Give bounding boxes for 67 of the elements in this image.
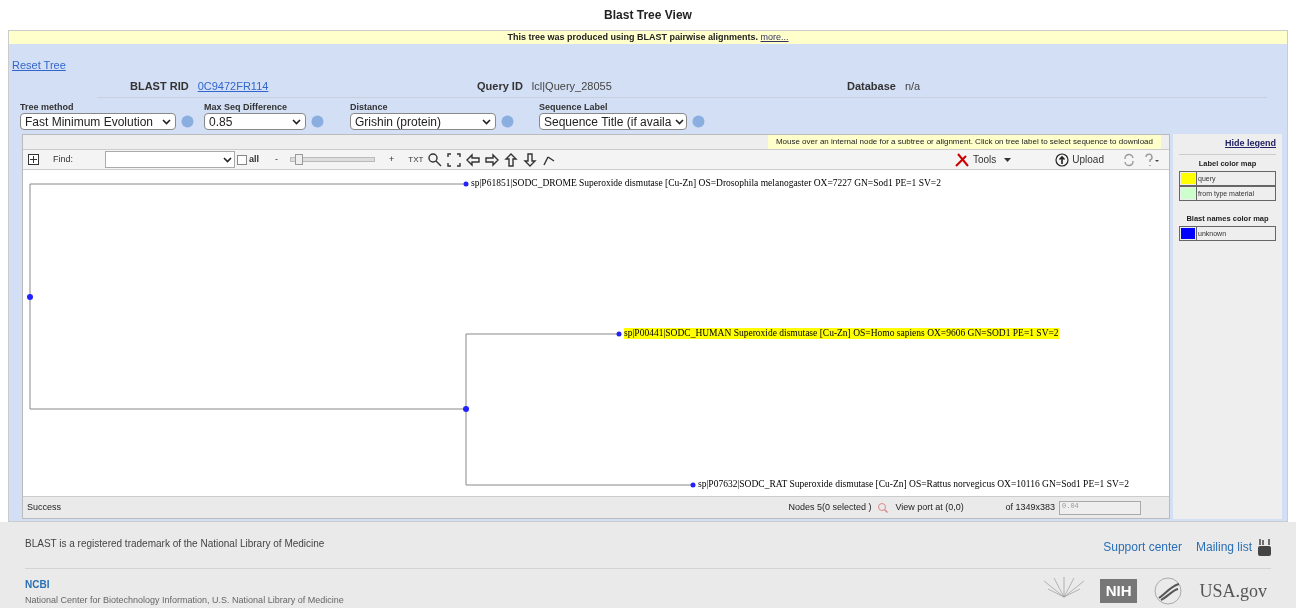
upload-icon[interactable]: [1055, 152, 1070, 167]
viewport-text: View port at (0,0): [895, 500, 965, 514]
ncbi-subtitle: National Center for Biotechnology Information, U.S. National Library of Medicine: [25, 594, 344, 607]
slider-thumb[interactable]: [295, 154, 304, 165]
fit-screen-icon[interactable]: [446, 151, 463, 168]
option-label: Distance: [350, 101, 389, 113]
up-arrow-icon[interactable]: [503, 151, 520, 168]
info-label: BLAST RID: [130, 79, 189, 95]
info-value: lcl|Query_28055: [531, 79, 612, 95]
option-dropdown[interactable]: 0.85: [204, 113, 306, 130]
caret-icon[interactable]: [482, 118, 491, 125]
caret-icon[interactable]: [223, 156, 232, 163]
hint-text: Mouse over an internal node for a subtree or alignment. Click on tree label to select sequence to download: [767, 135, 1161, 149]
internal-node[interactable]: [463, 406, 469, 412]
info-value: n/a: [904, 79, 921, 95]
option-label: Tree method: [20, 101, 75, 113]
caret-icon[interactable]: [292, 118, 301, 125]
info-banner: This tree was produced using BLAST pairwise alignments. more...: [9, 31, 1287, 44]
caret-icon[interactable]: [1004, 157, 1012, 162]
reset-tree-link[interactable]: Reset Tree: [12, 59, 66, 71]
magnifier-icon[interactable]: [427, 151, 444, 168]
more-link[interactable]: more...: [760, 31, 789, 42]
ncbi-title[interactable]: NCBI: [25, 577, 344, 592]
down-arrow-icon[interactable]: [522, 151, 539, 168]
internal-node[interactable]: [27, 294, 33, 300]
txt-button[interactable]: TXT: [408, 153, 424, 166]
sequence-label[interactable]: sp|P07632|SODC_RAT Superoxide dismutase [Cu-Zn] OS=Rattus norvegicus OX=10116 GN=Sod1 PE=1 SV=2: [698, 479, 1129, 490]
zoom-in-button[interactable]: +: [389, 152, 395, 167]
zoom-out-button[interactable]: -: [275, 152, 278, 167]
leaf-node[interactable]: [690, 482, 696, 488]
expand-icon[interactable]: [28, 154, 39, 165]
caret-icon[interactable]: [675, 118, 685, 125]
right-arrow-icon[interactable]: [484, 151, 501, 168]
caret-icon[interactable]: [162, 118, 171, 125]
help-menu-icon[interactable]: [1144, 152, 1160, 167]
left-arrow-icon[interactable]: [465, 151, 482, 168]
refresh-icon[interactable]: [1122, 152, 1136, 167]
find-field[interactable]: [105, 151, 235, 168]
all-checkbox[interactable]: [237, 154, 247, 165]
rid-link[interactable]: 0C9472FR114: [197, 78, 269, 95]
usa-gov-logo[interactable]: USA.gov: [1199, 577, 1267, 605]
footer-link[interactable]: Support center: [1103, 538, 1182, 556]
option-dropdown[interactable]: Fast Minimum Evolution: [20, 113, 176, 130]
all-label: all: [249, 152, 259, 166]
leaf-node[interactable]: [463, 181, 469, 187]
tools-menu[interactable]: Tools: [972, 152, 997, 167]
option-label: Sequence Label: [539, 101, 609, 113]
option-dropdown[interactable]: Grishin (protein): [350, 113, 496, 130]
sequence-label[interactable]: sp|P61851|SODC_DROME Superoxide dismutase [Cu-Zn] OS=Drosophila melanogaster OX=7227 GN=Sod1 PE=1 SV=2: [471, 178, 941, 189]
option-label: Max Seq Difference: [204, 101, 289, 113]
status-text: Success: [27, 500, 61, 514]
option-dropdown[interactable]: Sequence Title (if availa: [539, 113, 687, 130]
trademark-text: BLAST is a registered trademark of the National Library of Medicine: [25, 537, 325, 551]
hide-legend-link[interactable]: Hide legend: [1225, 137, 1276, 151]
canvas-size: of 1349x383: [1005, 500, 1055, 514]
info-label: Query ID: [477, 79, 523, 95]
footer-link[interactable]: Mailing list: [1196, 538, 1252, 556]
nodes-count: Nodes 5(0 selected ): [788, 500, 872, 514]
page-title: Blast Tree View: [604, 7, 692, 24]
info-label: Database: [847, 79, 896, 95]
find-label: Find:: [53, 152, 74, 166]
sequence-label[interactable]: sp|P00441|SODC_HUMAN Superoxide dismutase [Cu-Zn] OS=Homo sapiens OX=9606 GN=SOD1 PE=1 SV=2: [624, 328, 1059, 339]
nih-logo[interactable]: NIH: [1099, 579, 1138, 604]
leaf-node[interactable]: [616, 331, 622, 337]
tools-icon[interactable]: [953, 151, 970, 168]
zoom-slider[interactable]: [290, 157, 375, 162]
upload-button[interactable]: Upload: [1072, 152, 1104, 167]
